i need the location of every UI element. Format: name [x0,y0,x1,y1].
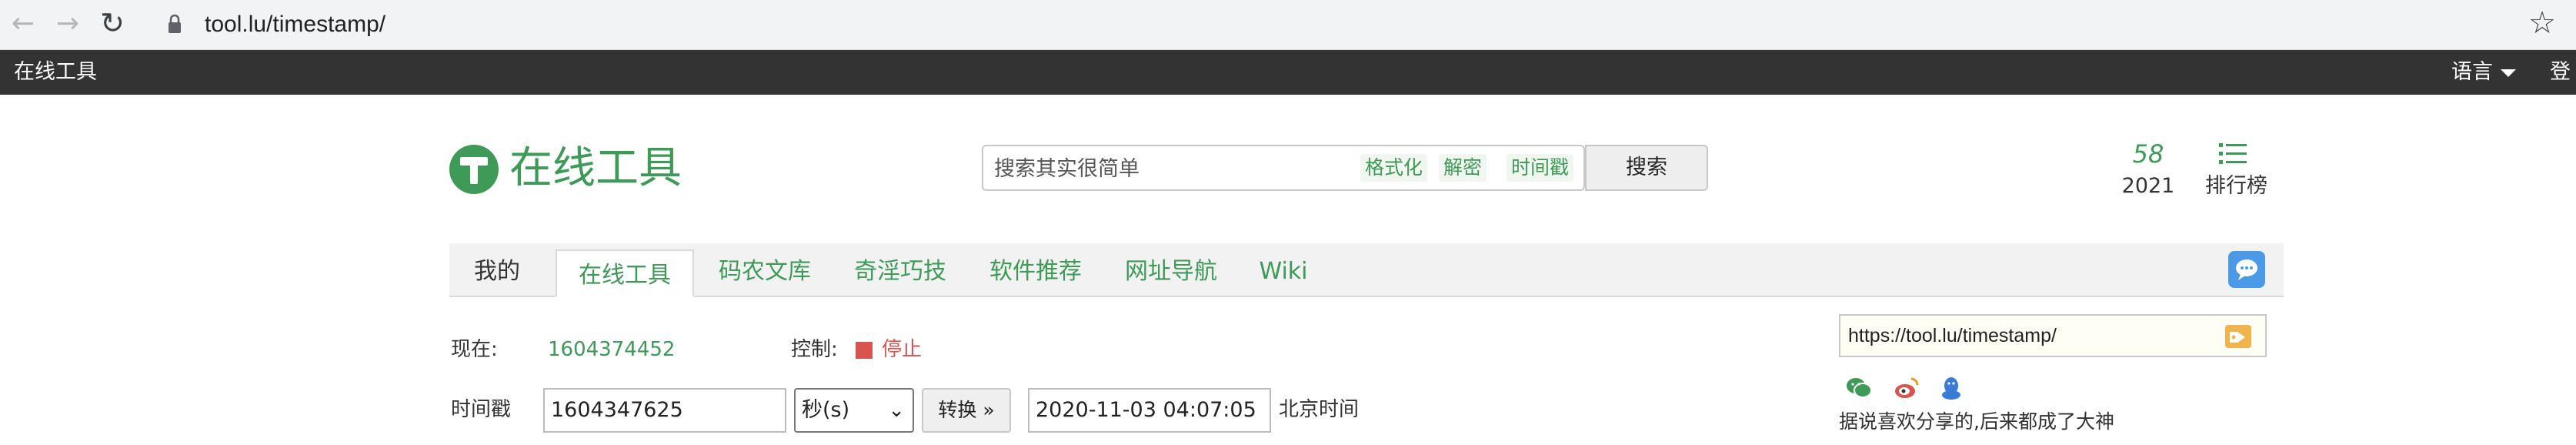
current-timestamp: 1604374452 [548,338,676,361]
datetime-output[interactable]: 2020-11-03 04:07:05 [1028,388,1271,433]
chat-bubble-icon[interactable] [2228,251,2265,288]
convert-button-label: 转换 [938,399,977,421]
stop-button[interactable]: 停止 [882,336,922,363]
login-link[interactable]: 登 [2550,50,2571,95]
browser-toolbar: ← → ↻ tool.lu/timestamp/ ☆ [0,0,2576,50]
tab-tricks[interactable]: 奇淫巧技 [839,243,962,296]
list-icon[interactable] [2219,142,2247,166]
tab-web-nav[interactable]: 网址导航 [1109,243,1233,296]
unit-select-value: 秒(s) [802,398,850,422]
copy-tag-icon[interactable] [2225,325,2251,348]
share-note: 据说喜欢分享的,后来都成了大神 [1839,410,2114,433]
share-url-field[interactable]: https://tool.lu/timestamp/ [1839,314,2267,357]
now-label: 现在: [451,338,498,361]
convert-button[interactable]: 转换 » [922,388,1011,433]
lock-icon [169,14,181,33]
search-input[interactable] [993,146,1334,191]
search-box: 格式化 解密 时间戳 [982,145,1585,191]
search-tag-decrypt[interactable]: 解密 [1439,154,1487,182]
forward-arrow-icon[interactable]: → [52,8,83,39]
stop-square-icon[interactable] [856,342,873,359]
language-menu[interactable]: 语言 [2451,50,2516,95]
timestamp-label: 时间戳 [451,398,512,421]
search-tag-format[interactable]: 格式化 [1360,154,1428,182]
tab-online-tools[interactable]: 在线工具 [556,249,694,297]
control-label: 控制: [791,338,838,361]
stat-number[interactable]: 58 [2127,139,2170,169]
main-nav: 我的 在线工具 码农文库 奇淫巧技 软件推荐 网址导航 Wiki [449,243,2284,297]
double-chevron-right-icon: » [983,399,995,421]
wechat-icon[interactable] [1845,374,1873,402]
tab-coder-library[interactable]: 码农文库 [703,243,826,296]
stat-year: 2021 [2121,174,2175,198]
tab-mine[interactable]: 我的 [460,243,534,296]
hammer-logo-icon[interactable] [449,145,499,194]
topbar-brand-link[interactable]: 在线工具 [14,50,97,95]
back-arrow-icon[interactable]: ← [8,8,38,39]
chevron-down-icon: ⌄ [888,399,905,422]
reload-icon[interactable]: ↻ [97,6,128,40]
tab-software[interactable]: 软件推荐 [974,243,1097,296]
tab-wiki[interactable]: Wiki [1245,243,1322,296]
timestamp-input[interactable]: 1604347625 [543,388,786,433]
weibo-icon[interactable] [1893,374,1920,402]
bookmark-star-icon[interactable]: ☆ [2528,8,2556,38]
unit-select[interactable]: 秒(s) ⌄ [794,388,914,433]
search-button[interactable]: 搜索 [1585,145,1708,191]
ranking-link[interactable]: 排行榜 [2205,172,2267,200]
search-tag-timestamp[interactable]: 时间戳 [1507,154,1574,182]
qq-icon[interactable] [1937,374,1965,402]
caret-down-icon [2501,69,2516,77]
logo-text[interactable]: 在线工具 [509,140,682,197]
address-bar[interactable]: tool.lu/timestamp/ [205,9,385,40]
timezone-label: 北京时间 [1279,398,1360,421]
site-top-bar: 在线工具 语言 登 [0,50,2576,95]
language-label: 语言 [2451,60,2493,84]
